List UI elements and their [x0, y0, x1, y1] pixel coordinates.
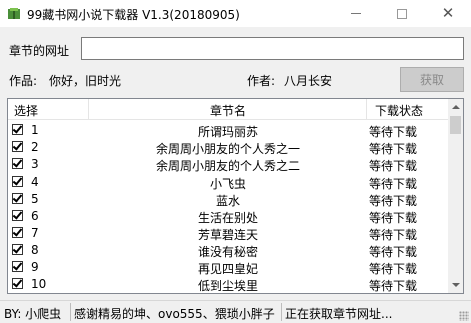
app-book-icon — [8, 8, 20, 19]
scroll-up-icon[interactable] — [452, 105, 460, 109]
work-title: 你好，旧时光 — [49, 74, 122, 88]
chapter-name: 蓝水 — [215, 194, 240, 208]
status-divider — [281, 303, 282, 321]
column-header-chapter[interactable]: 章节名 — [88, 102, 368, 119]
status-author: BY: 小爬虫 — [4, 307, 62, 321]
row-checkbox[interactable] — [12, 193, 23, 204]
download-status: 等待下载 — [369, 159, 418, 173]
row-number: 3 — [31, 157, 39, 171]
download-status: 等待下载 — [369, 279, 418, 293]
maximize-button[interactable] — [379, 0, 425, 27]
chapter-name: 低到尘埃里 — [197, 279, 258, 293]
row-checkbox[interactable] — [12, 261, 23, 272]
minimize-button[interactable] — [333, 0, 379, 27]
row-checkbox[interactable] — [12, 158, 23, 169]
download-status: 等待下载 — [369, 177, 418, 191]
row-checkbox[interactable] — [12, 244, 23, 255]
maximize-icon — [397, 8, 407, 19]
column-header-status[interactable]: 下载状态 — [375, 102, 423, 119]
row-checkbox[interactable] — [12, 278, 23, 289]
status-divider — [70, 303, 71, 321]
row-checkbox[interactable] — [12, 210, 23, 221]
url-input[interactable] — [81, 37, 464, 60]
column-divider[interactable] — [366, 99, 367, 119]
list-item[interactable]: 6 生活在别处 等待下载 — [8, 208, 448, 225]
url-label: 章节的网址 — [9, 44, 70, 58]
author-name: 八月长安 — [284, 74, 333, 88]
list-item[interactable]: 8 谁没有秘密 等待下载 — [8, 242, 448, 259]
work-label: 作品: — [9, 74, 38, 88]
chapter-name: 谁没有秘密 — [197, 245, 258, 259]
download-status: 等待下载 — [369, 262, 418, 276]
download-status: 等待下载 — [369, 125, 418, 139]
status-bar: BY: 小爬虫 感谢精易的坤、ovo555、猥琐小胖子 正在获取章节网址... — [0, 300, 471, 323]
minimize-icon — [351, 13, 361, 14]
window-title: 99藏书网小说下载器 V1.3(20180905) — [27, 8, 240, 22]
row-checkbox[interactable] — [12, 227, 23, 238]
scrollbar-thumb[interactable] — [450, 116, 461, 134]
download-status: 等待下载 — [369, 228, 418, 242]
resize-grip-icon[interactable] — [459, 311, 469, 321]
chapter-list[interactable]: 选择 章节名 下载状态 1 所谓玛丽苏 等待下载 2 余周周小朋友的个人秀之一 等待下载… — [7, 98, 464, 294]
list-item[interactable]: 5 蓝水 等待下载 — [8, 191, 448, 208]
chapter-name: 余周周小朋友的个人秀之一 — [155, 142, 300, 156]
row-number: 2 — [31, 140, 39, 154]
list-item[interactable]: 2 余周周小朋友的个人秀之一 等待下载 — [8, 139, 448, 156]
scroll-down-icon[interactable] — [452, 283, 460, 287]
chapter-name: 所谓玛丽苏 — [197, 125, 258, 139]
close-icon: ✕ — [441, 4, 455, 22]
row-number: 5 — [31, 192, 39, 206]
vertical-scrollbar[interactable] — [448, 99, 463, 293]
close-button[interactable]: ✕ — [425, 0, 471, 27]
row-number: 4 — [31, 175, 39, 189]
fetch-button[interactable]: 获取 — [400, 67, 464, 92]
chapter-name: 再见四皇妃 — [197, 262, 258, 276]
row-number: 1 — [31, 123, 39, 137]
list-item[interactable]: 3 余周周小朋友的个人秀之二 等待下载 — [8, 156, 448, 173]
chapter-name: 芳草碧连天 — [197, 228, 258, 242]
chapter-name: 小飞虫 — [209, 177, 246, 191]
status-thanks: 感谢精易的坤、ovo555、猥琐小胖子 — [74, 307, 275, 321]
row-checkbox[interactable] — [12, 141, 23, 152]
list-item[interactable]: 7 芳草碧连天 等待下载 — [8, 225, 448, 242]
list-item[interactable]: 4 小飞虫 等待下载 — [8, 174, 448, 191]
status-message: 正在获取章节网址... — [285, 307, 393, 321]
row-number: 7 — [31, 226, 39, 240]
author-label: 作者: — [247, 74, 276, 88]
list-item[interactable]: 10 低到尘埃里 等待下载 — [8, 276, 448, 293]
list-header: 选择 章节名 下载状态 — [8, 99, 448, 120]
download-status: 等待下载 — [369, 211, 418, 225]
list-item[interactable]: 9 再见四皇妃 等待下载 — [8, 259, 448, 276]
row-number: 9 — [31, 260, 39, 274]
row-number: 10 — [31, 277, 47, 291]
row-checkbox[interactable] — [12, 124, 23, 135]
chapter-name: 生活在别处 — [197, 211, 258, 225]
download-status: 等待下载 — [369, 142, 418, 156]
row-checkbox[interactable] — [12, 176, 23, 187]
chapter-name: 余周周小朋友的个人秀之二 — [155, 159, 300, 173]
download-status: 等待下载 — [369, 245, 418, 259]
row-number: 8 — [31, 243, 39, 257]
title-bar: 99藏书网小说下载器 V1.3(20180905) ✕ — [0, 0, 471, 27]
list-item[interactable]: 1 所谓玛丽苏 等待下载 — [8, 122, 448, 139]
row-number: 6 — [31, 209, 39, 223]
column-header-select[interactable]: 选择 — [14, 102, 38, 119]
download-status: 等待下载 — [369, 194, 418, 208]
